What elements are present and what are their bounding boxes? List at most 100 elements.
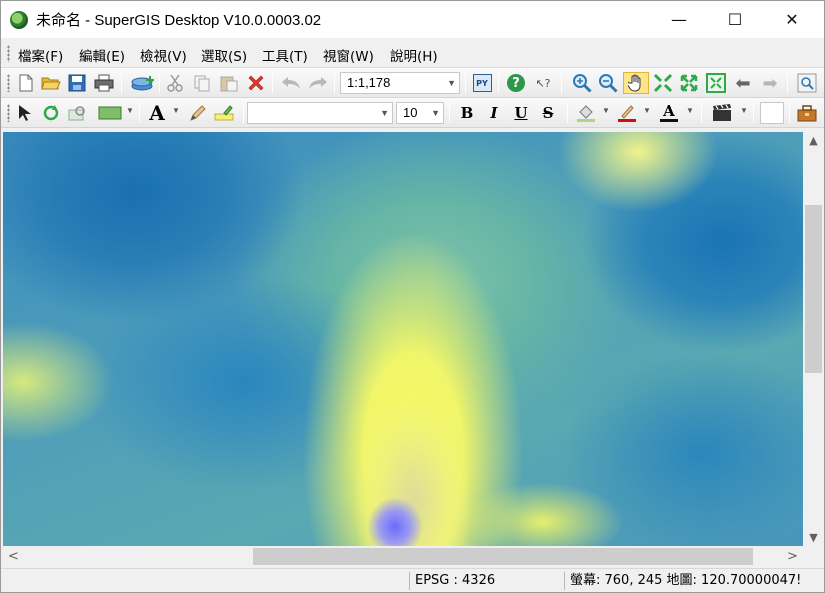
delete-icon[interactable]	[245, 72, 267, 94]
toolbar-separator	[139, 103, 140, 123]
close-button[interactable]: ✕	[769, 1, 815, 38]
strikethrough-button[interactable]: S	[537, 102, 559, 124]
python-label: PY	[472, 74, 492, 92]
toolbar-separator	[561, 73, 562, 93]
app-window: 未命名 - SuperGIS Desktop V10.0.0003.02 — ☐…	[0, 0, 825, 593]
undo-icon[interactable]	[280, 72, 302, 94]
toolbar-separator	[334, 73, 335, 93]
chevron-down-icon: ▼	[431, 108, 440, 118]
line-color-icon[interactable]	[616, 102, 638, 124]
cut-icon[interactable]	[164, 72, 186, 94]
copy-icon[interactable]	[191, 72, 213, 94]
extra-combo[interactable]	[760, 102, 784, 124]
menu-help[interactable]: 說明(H)	[390, 45, 438, 65]
italic-button[interactable]: I	[483, 102, 505, 124]
toolbar-separator	[159, 73, 160, 93]
horizontal-scrollbar[interactable]: < >	[3, 546, 803, 567]
standard-toolbar: 1:1,178 ▼ PY ? ↖? ⬅ ➡	[1, 68, 824, 98]
underline-button[interactable]: U	[510, 102, 532, 124]
map-canvas[interactable]	[3, 132, 803, 546]
rectangle-shape-icon[interactable]	[95, 102, 125, 124]
font-color-swatch	[660, 119, 678, 122]
menu-view[interactable]: 檢視(V)	[140, 45, 187, 65]
scrollbar-corner	[803, 546, 824, 567]
title-bar: 未命名 - SuperGIS Desktop V10.0.0003.02 — ☐…	[1, 1, 824, 38]
font-color-icon[interactable]: A	[658, 102, 680, 124]
toolbar-grip[interactable]	[7, 74, 10, 92]
menu-select[interactable]: 選取(S)	[201, 45, 247, 65]
zoom-out-icon[interactable]	[597, 72, 619, 94]
vertical-scroll-thumb[interactable]	[805, 205, 822, 373]
toolbar-separator	[243, 103, 244, 123]
vertical-scrollbar[interactable]: ▲ ▼	[803, 132, 824, 546]
map-scale-value: 1:1,178	[347, 75, 391, 90]
whats-this-icon[interactable]: ↖?	[532, 72, 554, 94]
map-scale-combo[interactable]: 1:1,178 ▼	[340, 72, 460, 94]
menu-edit[interactable]: 編輯(E)	[79, 45, 125, 65]
python-window-icon[interactable]: PY	[471, 72, 493, 94]
horizontal-scroll-thumb[interactable]	[253, 548, 753, 565]
new-document-icon[interactable]	[15, 72, 37, 94]
menu-file[interactable]: 檔案(F)	[18, 45, 63, 65]
maximize-icon: ☐	[727, 9, 743, 29]
toolbox-icon[interactable]	[796, 102, 818, 124]
text-tool-icon[interactable]: A	[146, 101, 168, 125]
chevron-down-icon[interactable]: ▼	[602, 106, 610, 115]
scroll-left-icon[interactable]: <	[5, 546, 22, 567]
chevron-down-icon[interactable]: ▼	[172, 106, 180, 115]
maximize-button[interactable]: ☐	[712, 1, 758, 38]
font-name-combo[interactable]: ▼	[247, 102, 393, 124]
scroll-up-icon[interactable]: ▲	[803, 132, 824, 149]
zoom-in-icon[interactable]	[571, 72, 593, 94]
chevron-down-icon: ▼	[380, 108, 389, 118]
chevron-down-icon[interactable]: ▼	[126, 106, 134, 115]
print-icon[interactable]	[93, 72, 115, 94]
status-coordinates: 螢幕: 760, 245 地圖: 120.70000047!	[564, 572, 822, 590]
zoom-to-selected-icon[interactable]	[67, 102, 89, 124]
toolbar-separator	[753, 103, 754, 123]
help-icon[interactable]: ?	[505, 72, 527, 94]
toolbar-separator	[498, 73, 499, 93]
menu-window[interactable]: 視窗(W)	[323, 45, 374, 65]
open-folder-icon[interactable]	[40, 72, 62, 94]
scroll-right-icon[interactable]: >	[784, 546, 801, 567]
fixed-zoom-out-icon[interactable]	[678, 72, 700, 94]
magnifier-window-icon[interactable]	[796, 72, 818, 94]
add-data-icon[interactable]	[129, 72, 157, 94]
pan-hand-icon[interactable]	[623, 72, 649, 94]
drawing-toolbar: ▼ A ▼ ▼ 10 ▼ B I U S ▼ ▼ A ▼ ▼	[1, 98, 824, 128]
bold-button[interactable]: B	[456, 102, 478, 124]
toolbar-separator	[787, 73, 788, 93]
window-title: 未命名 - SuperGIS Desktop V10.0.0003.02	[36, 12, 322, 29]
redo-icon[interactable]	[307, 72, 329, 94]
minimize-icon: —	[671, 9, 687, 29]
font-size-combo[interactable]: 10 ▼	[396, 102, 444, 124]
rotate-icon[interactable]	[40, 102, 62, 124]
menubar-grip[interactable]	[7, 45, 10, 62]
chevron-down-icon[interactable]: ▼	[686, 106, 694, 115]
fill-color-icon[interactable]	[575, 102, 597, 124]
select-pointer-icon[interactable]	[14, 102, 36, 124]
minimize-button[interactable]: —	[656, 1, 702, 38]
pencil-icon[interactable]	[187, 102, 209, 124]
scroll-down-icon[interactable]: ▼	[803, 529, 824, 546]
fixed-zoom-in-icon[interactable]	[652, 72, 674, 94]
save-icon[interactable]	[66, 72, 88, 94]
highlight-marker-icon[interactable]	[213, 102, 235, 124]
paste-icon[interactable]	[218, 72, 240, 94]
toolbar-grip[interactable]	[7, 104, 10, 122]
animation-clapper-icon[interactable]	[711, 102, 733, 124]
menu-tools[interactable]: 工具(T)	[262, 45, 308, 65]
next-extent-icon[interactable]: ➡	[759, 72, 781, 94]
full-extent-icon[interactable]	[705, 72, 727, 94]
toolbar-separator	[449, 103, 450, 123]
help-glyph: ?	[507, 74, 525, 92]
font-color-glyph: A	[663, 102, 675, 120]
status-crs: EPSG : 4326	[409, 572, 561, 590]
chevron-down-icon[interactable]: ▼	[740, 106, 748, 115]
font-size-value: 10	[403, 105, 418, 120]
chevron-down-icon[interactable]: ▼	[643, 106, 651, 115]
toolbar-separator	[567, 103, 568, 123]
toolbar-separator	[121, 73, 122, 93]
previous-extent-icon[interactable]: ⬅	[732, 72, 754, 94]
